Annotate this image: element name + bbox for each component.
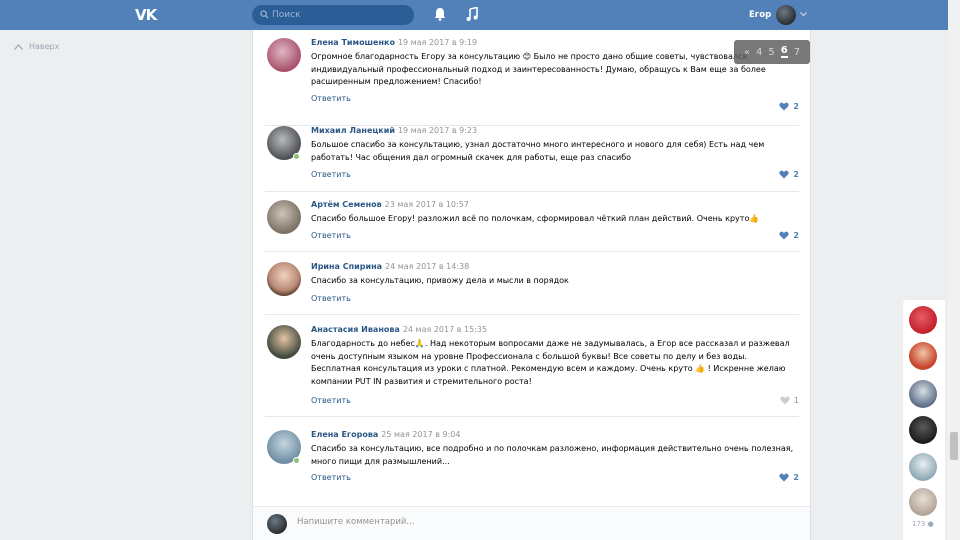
like-count: 2: [793, 473, 799, 482]
heart-icon: [779, 473, 790, 482]
comment-item: Михаил Ланецкий 19 мая 2017 в 9:23 Большо…: [265, 126, 799, 192]
comment-text: Спасибо за консультацию, все подробно и …: [311, 444, 794, 466]
heart-icon: [779, 102, 790, 111]
chat-avatar[interactable]: [909, 488, 937, 516]
pager-page-5[interactable]: 5: [768, 47, 774, 58]
reply-link[interactable]: Ответить: [311, 170, 351, 179]
like-button[interactable]: 2: [779, 170, 799, 179]
comment-date[interactable]: 24 мая 2017 в 15:35: [403, 325, 487, 334]
reply-link[interactable]: Ответить: [311, 294, 351, 303]
pager-page-7[interactable]: 7: [794, 47, 800, 58]
scrollbar-thumb[interactable]: [950, 432, 958, 460]
like-count: 2: [793, 102, 799, 111]
avatar[interactable]: [267, 325, 301, 359]
comment-date[interactable]: 23 мая 2017 в 10:57: [385, 200, 469, 209]
comment-item: Елена Егорова 25 мая 2017 в 9:04 Спасибо …: [265, 430, 799, 496]
username[interactable]: Егор: [749, 10, 771, 20]
comment-author[interactable]: Елена Егорова: [311, 430, 378, 439]
comment-item: Артём Семенов 23 мая 2017 в 10:57 Спасибо…: [265, 200, 799, 252]
online-indicator: [293, 153, 300, 160]
comment-date[interactable]: 19 мая 2017 в 9:19: [398, 38, 477, 47]
back-to-top-link[interactable]: Наверх: [14, 42, 59, 51]
reply-link[interactable]: Ответить: [311, 94, 351, 103]
online-indicator: [293, 457, 300, 464]
pager-page-current[interactable]: 6: [780, 46, 788, 58]
back-label: Наверх: [29, 42, 60, 51]
like-button[interactable]: 1: [780, 396, 799, 405]
heart-icon: [779, 231, 790, 240]
pager-prev[interactable]: «: [744, 47, 750, 58]
chat-avatar[interactable]: [909, 416, 937, 444]
comment-date[interactable]: 19 мая 2017 в 9:23: [398, 126, 477, 135]
avatar[interactable]: [267, 38, 301, 72]
like-count: 2: [793, 231, 799, 240]
reply-link[interactable]: Ответить: [311, 231, 351, 240]
heart-icon: [780, 396, 790, 405]
reply-link[interactable]: Ответить: [311, 396, 351, 405]
like-count: 2: [793, 170, 799, 179]
search-placeholder: Поиск: [272, 10, 301, 20]
bell-icon[interactable]: [434, 7, 446, 21]
comment-input[interactable]: Напишите комментарий...: [297, 517, 415, 527]
reply-link[interactable]: Ответить: [311, 473, 351, 482]
avatar[interactable]: [776, 5, 796, 25]
comment-item: Ирина Спирина 24 мая 2017 в 14:38 Спасибо…: [265, 262, 799, 315]
comment-item: Елена Тимошенко 19 мая 2017 в 9:19 Огромн…: [265, 38, 799, 126]
comment-text: Спасибо за консультацию, привожу дела и …: [311, 276, 569, 285]
page-pager: « 4 5 6 7: [734, 40, 810, 64]
avatar: [267, 514, 287, 534]
search-icon: [260, 10, 269, 19]
comment-author[interactable]: Ирина Спирина: [311, 262, 382, 271]
comment-author[interactable]: Анастасия Иванова: [311, 325, 400, 334]
pager-page-4[interactable]: 4: [756, 47, 762, 58]
chat-avatar[interactable]: [909, 342, 937, 370]
comment-date[interactable]: 25 мая 2017 в 9:04: [381, 430, 460, 439]
user-icon: ●: [927, 520, 934, 528]
comment-text: Огромное благодарность Егору за консульт…: [311, 52, 766, 86]
heart-icon: [779, 170, 790, 179]
chevron-down-icon[interactable]: [800, 12, 807, 17]
chat-avatar[interactable]: [909, 453, 937, 481]
comments-card: Елена Тимошенко 19 мая 2017 в 9:19 Огромн…: [252, 30, 811, 540]
chevron-up-icon: [14, 43, 23, 50]
vk-logo[interactable]: VK: [135, 6, 157, 24]
avatar[interactable]: [267, 200, 301, 234]
like-count: 1: [793, 396, 799, 405]
like-button[interactable]: 2: [779, 231, 799, 240]
chat-sidebar: 173 ●: [903, 300, 945, 540]
search-input[interactable]: Поиск: [252, 5, 414, 25]
comment-text: Большое спасибо за консультацию, узнал д…: [311, 140, 765, 162]
like-button[interactable]: 2: [779, 473, 799, 482]
online-count[interactable]: 173 ●: [912, 520, 934, 528]
top-header: VK Поиск Егор: [0, 0, 948, 30]
comment-date[interactable]: 24 мая 2017 в 14:38: [385, 262, 469, 271]
music-icon[interactable]: [466, 7, 478, 21]
avatar[interactable]: [267, 262, 301, 296]
comment-text: Благодарность до небес🙏. Над некоторым в…: [311, 339, 790, 386]
chat-avatar[interactable]: [909, 380, 937, 408]
chat-avatar[interactable]: [909, 306, 937, 334]
comment-text: Спасибо большое Егору! разложил всё по п…: [311, 214, 760, 223]
comment-item: Анастасия Иванова 24 мая 2017 в 15:35 Бла…: [265, 325, 799, 417]
comment-author[interactable]: Артём Семенов: [311, 200, 382, 209]
comment-author[interactable]: Михаил Ланецкий: [311, 126, 395, 135]
comment-author[interactable]: Елена Тимошенко: [311, 38, 395, 47]
comment-compose: Напишите комментарий...: [252, 506, 811, 540]
like-button[interactable]: 2: [779, 102, 799, 111]
